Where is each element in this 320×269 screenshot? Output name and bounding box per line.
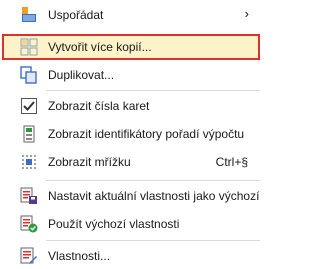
menu-separator bbox=[46, 90, 260, 91]
shortcut-label: Ctrl+§ bbox=[215, 155, 248, 169]
grid-dots-icon bbox=[20, 153, 38, 171]
menu-item-label: Duplikovat... bbox=[48, 68, 115, 82]
calculation-order-icon bbox=[20, 125, 38, 143]
apply-default-properties-icon bbox=[20, 215, 38, 233]
menu-item-create-multiple-copies[interactable]: Vytvořit více kopií... bbox=[2, 34, 260, 60]
menu-item-properties[interactable]: Vlastnosti... bbox=[2, 243, 260, 269]
menu-item-label: Uspořádat bbox=[48, 8, 104, 22]
save-default-properties-icon bbox=[20, 187, 38, 205]
menu-item-label: Zobrazit mřížku bbox=[48, 155, 131, 169]
context-menu: Uspořádat › Vytvořit více kopií... Dupli… bbox=[0, 0, 262, 269]
menu-item-set-current-as-default[interactable]: Nastavit aktuální vlastnosti jako výchoz… bbox=[2, 183, 260, 209]
grid-copies-icon bbox=[20, 38, 38, 56]
menu-item-label: Zobrazit čísla karet bbox=[48, 99, 150, 113]
menu-separator bbox=[46, 180, 260, 181]
menu-item-label: Vlastnosti... bbox=[48, 249, 111, 263]
duplicate-icon bbox=[20, 66, 38, 84]
properties-icon bbox=[20, 247, 38, 265]
menu-item-duplicate[interactable]: Duplikovat... bbox=[2, 62, 260, 88]
menu-item-arrange[interactable]: Uspořádat › bbox=[2, 2, 260, 28]
checkbox-checked-icon bbox=[20, 97, 38, 115]
menu-item-show-calculation-order[interactable]: Zobrazit identifikátory pořadí výpočtu bbox=[2, 121, 260, 147]
menu-item-label: Vytvořit více kopií... bbox=[48, 40, 152, 54]
menu-separator bbox=[46, 240, 260, 241]
menu-item-label: Použít výchozí vlastnosti bbox=[48, 217, 180, 231]
menu-item-label: Nastavit aktuální vlastnosti jako výchoz… bbox=[48, 189, 260, 203]
arrange-icon bbox=[20, 6, 38, 24]
submenu-chevron-icon: › bbox=[244, 6, 249, 21]
menu-item-show-grid[interactable]: Zobrazit mřížku Ctrl+§ bbox=[2, 149, 260, 175]
menu-item-apply-default-properties[interactable]: Použít výchozí vlastnosti bbox=[2, 211, 260, 237]
menu-item-show-card-numbers[interactable]: Zobrazit čísla karet bbox=[2, 93, 260, 119]
menu-item-label: Zobrazit identifikátory pořadí výpočtu bbox=[48, 127, 245, 141]
